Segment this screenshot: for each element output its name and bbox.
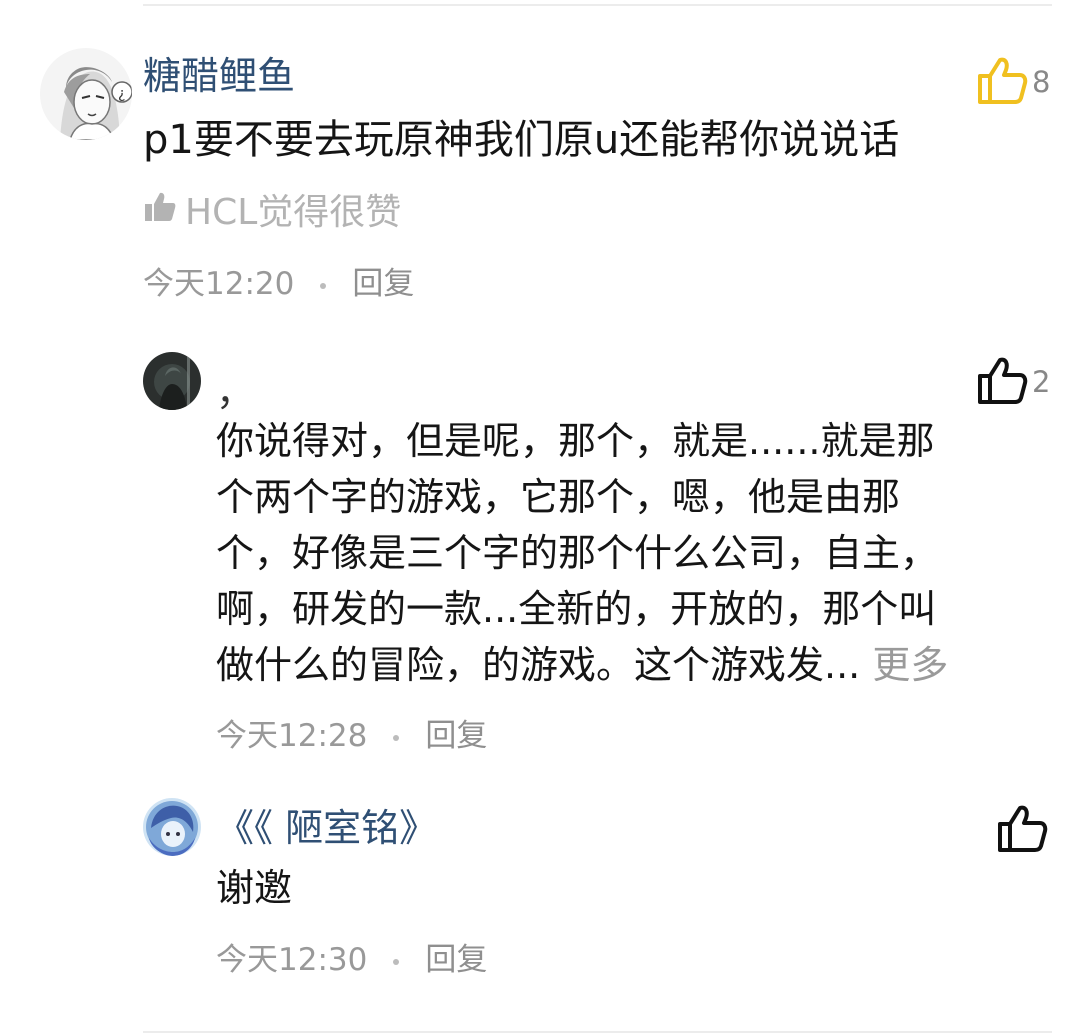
timestamp: 今天12:20	[143, 266, 295, 302]
like-button[interactable]	[996, 804, 1052, 856]
username[interactable]: 糖醋鲤鱼	[143, 54, 295, 98]
separator-dot	[393, 958, 400, 965]
more-button[interactable]: 更多	[872, 643, 948, 687]
avatar[interactable]	[143, 352, 201, 410]
comment-meta: 今天12:30 回复	[216, 940, 487, 980]
top-divider	[143, 4, 1052, 6]
comment-line: 啊，研发的一款...全新的，开放的，那个叫	[216, 587, 937, 631]
bottom-divider	[143, 1031, 1052, 1033]
like-button[interactable]: 8	[976, 56, 1050, 108]
comment-text: p1要不要去玩原神我们原u还能帮你说说话	[143, 117, 900, 163]
svg-text:¿: ¿	[118, 86, 125, 102]
avatar[interactable]: ¿	[40, 48, 132, 140]
like-count: 8	[1032, 65, 1051, 99]
reply-button[interactable]: 回复	[425, 942, 487, 978]
avatar[interactable]	[143, 798, 201, 856]
thumbs-up-icon	[996, 804, 1048, 856]
small-thumbs-up-icon	[143, 190, 177, 235]
username[interactable]: 《《 陋室铭》	[216, 806, 437, 850]
reply-button[interactable]: 回复	[352, 266, 414, 302]
comment-line: 你说得对，但是呢，那个，就是......就是那	[216, 419, 935, 463]
comment-line: 个，好像是三个字的那个什么公司，自主，	[216, 531, 939, 575]
separator-dot	[320, 282, 327, 289]
thumbs-up-icon	[976, 56, 1028, 108]
reply-button[interactable]: 回复	[425, 718, 487, 754]
like-count: 2	[1032, 365, 1051, 399]
comment-line: 做什么的冒险，的游戏。这个游戏发... 更多	[216, 637, 948, 693]
comment-text: 谢邀	[216, 866, 293, 910]
like-button[interactable]: 2	[976, 356, 1050, 408]
timestamp: 今天12:28	[216, 718, 368, 754]
separator-dot	[393, 734, 400, 741]
comment-meta: 今天12:28 回复	[216, 716, 487, 756]
comment-line-text: 做什么的冒险，的游戏。这个游戏发...	[216, 643, 861, 687]
thumbs-up-icon	[976, 356, 1028, 408]
liked-by-text: HCL觉得很赞	[185, 191, 402, 233]
comment-meta: 今天12:20 回复	[143, 264, 414, 304]
comment-text: 你说得对，但是呢，那个，就是......就是那 个两个字的游戏，它那个，嗯，他是…	[216, 413, 948, 693]
timestamp: 今天12:30	[216, 942, 368, 978]
username[interactable]: ，	[216, 370, 254, 414]
comment-line: 个两个字的游戏，它那个，嗯，他是由那	[216, 475, 901, 519]
liked-by[interactable]: HCL觉得很赞	[143, 190, 401, 235]
